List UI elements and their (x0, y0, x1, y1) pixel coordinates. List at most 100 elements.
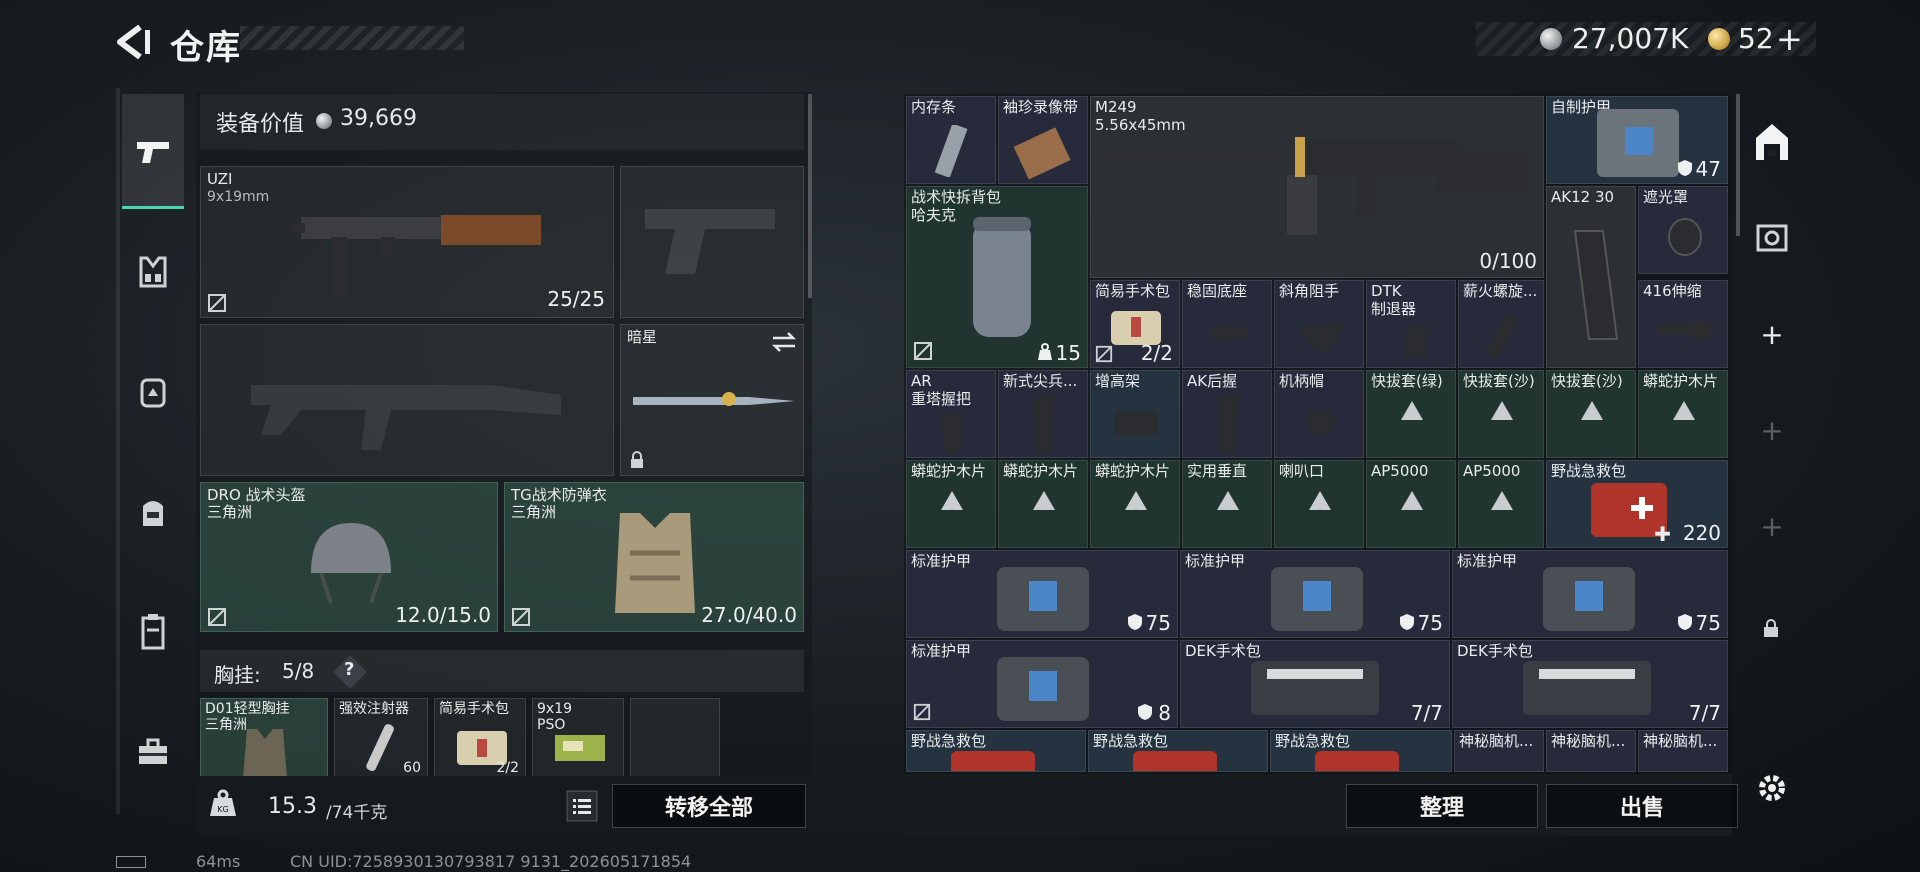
tier-icon (1673, 401, 1695, 420)
item-name: 野战急救包 (1275, 732, 1351, 750)
weapon-caliber: 9x19mm (207, 189, 270, 205)
surgery-kit-slot[interactable]: 简易手术包 2/2 (434, 698, 526, 780)
item-name: 标准护甲 (1457, 552, 1518, 570)
item-name: AK后握 (1187, 372, 1238, 390)
item-name: 新式尖兵... (1003, 372, 1078, 390)
stash-item-stable-base[interactable]: 稳固底座 (1182, 280, 1272, 368)
add-tab-button[interactable]: + (1758, 318, 1786, 351)
stash-item-quick-sand-2[interactable]: 快拔套(沙) (1546, 370, 1636, 458)
stash-item-riser[interactable]: 增高架 (1090, 370, 1180, 458)
stash-item-light-shield[interactable]: 遮光罩 (1638, 186, 1728, 274)
stash-item-mystery-1[interactable]: 神秘脑机... (1454, 730, 1544, 772)
stash-item-ak-grip[interactable]: AK后握 (1182, 370, 1272, 458)
ammo-slot[interactable]: 9x19 PSO (532, 698, 624, 780)
silver-coin-icon (316, 113, 332, 129)
injector-slot[interactable]: 强效注射器 60 (334, 698, 428, 780)
stash-item-python-wood-1[interactable]: 蟒蛇护木片 (1638, 370, 1728, 458)
stash-item-memory[interactable]: 内存条 (906, 96, 996, 184)
stash-item-dek-2[interactable]: DEK手术包 7/7 (1452, 640, 1728, 728)
add-tab-button-disabled: + (1760, 510, 1784, 543)
nav-rail (116, 88, 120, 814)
stash-item-horn[interactable]: 喇叭口 (1274, 460, 1364, 548)
chest-rig-icon[interactable] (133, 252, 173, 292)
stash-scrollbar[interactable] (1736, 94, 1740, 236)
sort-button[interactable]: 整理 (1346, 784, 1538, 828)
stash-item-m249[interactable]: M249 5.56x45mm 0/100 (1090, 96, 1544, 278)
sell-button[interactable]: 出售 (1546, 784, 1738, 828)
stash-item-surgery-kit[interactable]: 简易手术包 2/2 (1090, 280, 1180, 368)
ammo-box-icon (555, 735, 605, 761)
stash-item-field-kit-3[interactable]: 野战急救包 (1270, 730, 1452, 772)
stash-item-handle-cap[interactable]: 机柄帽 (1274, 370, 1364, 458)
back-arrow-icon[interactable] (112, 22, 152, 62)
primary-weapon-slot[interactable]: UZI 9x19mm 25/25 (200, 166, 614, 318)
item-name: 蟒蛇护木片 (1643, 372, 1719, 390)
armor-durability: 27.0/40.0 (701, 603, 797, 627)
item-name: 野战急救包 (1093, 732, 1169, 750)
stash-item-homemade-armor[interactable]: 自制护甲 47 (1546, 96, 1728, 184)
stash-item-dtk[interactable]: DTK 制退器 (1366, 280, 1456, 368)
stash-item-backpack[interactable]: 战术快拆背包 哈夫克 15 (906, 186, 1088, 368)
backpack-icon[interactable] (133, 492, 173, 532)
stash-item-quick-sand-1[interactable]: 快拔套(沙) (1458, 370, 1544, 458)
toolbox-icon[interactable] (133, 732, 173, 772)
shield-icon (1400, 614, 1414, 630)
stash-item-practical-vertical[interactable]: 实用垂直 (1182, 460, 1272, 548)
armor-backpack-icon[interactable] (133, 372, 173, 412)
stash-item-field-kit-1[interactable]: 野战急救包 (906, 730, 1086, 772)
helmet-durability: 12.0/15.0 (395, 603, 491, 627)
stash-item-python-wood-3[interactable]: 蟒蛇护木片 (998, 460, 1088, 548)
stash-item-quick-green[interactable]: 快拔套(绿) (1366, 370, 1456, 458)
stash-item-ap5000-1[interactable]: AP5000 (1366, 460, 1456, 548)
secondary-weapon-slot[interactable] (200, 324, 614, 476)
container-icon[interactable] (133, 612, 173, 652)
add-gold-button[interactable]: + (1776, 20, 1803, 58)
chest-rig-item[interactable]: D01轻型胸挂 三角洲 (200, 698, 328, 780)
stash-item-python-wood-4[interactable]: 蟒蛇护木片 (1090, 460, 1180, 548)
stash-item-recorder[interactable]: 袖珍录像带 (998, 96, 1088, 184)
pistol-slot[interactable] (620, 166, 804, 318)
item-name: 斜角阻手 (1279, 282, 1340, 300)
armor-slot[interactable]: TG战术防弹衣 三角洲 27.0/40.0 (504, 482, 804, 632)
no-insure-icon (913, 703, 931, 721)
item-name: 简易手术包 (439, 701, 509, 717)
grip-vertical-icon (1033, 397, 1055, 453)
item-name: M249 (1095, 98, 1137, 116)
stash-item-ak12[interactable]: AK12 30 (1546, 186, 1636, 368)
stash-item-std-armor-3[interactable]: 标准护甲 75 (1452, 550, 1728, 638)
stash-main-icon[interactable] (1752, 120, 1792, 164)
stash-item-std-armor-4[interactable]: 标准护甲 8 (906, 640, 1178, 728)
pistol-icon[interactable] (133, 132, 173, 172)
medkit-icon (1315, 751, 1399, 771)
helmet-slot[interactable]: DRO 战术头盔 三角洲 12.0/15.0 (200, 482, 498, 632)
stash-item-python-wood-2[interactable]: 蟒蛇护木片 (906, 460, 996, 548)
stash-item-mystery-2[interactable]: 神秘脑机... (1546, 730, 1636, 772)
list-icon[interactable] (566, 790, 598, 822)
stash-item-angled-grip[interactable]: 斜角阻手 (1274, 280, 1364, 368)
uzi-icon (291, 215, 541, 297)
stash-item-std-armor-2[interactable]: 标准护甲 75 (1180, 550, 1450, 638)
stash-item-field-kit-big[interactable]: 野战急救包 ✚ 220 (1546, 460, 1728, 548)
empty-rig-slot[interactable] (630, 698, 720, 780)
transfer-all-button[interactable]: 转移全部 (612, 784, 806, 828)
item-name: 神秘脑机... (1643, 732, 1718, 750)
stash-item-416-stock[interactable]: 416伸缩 (1638, 280, 1728, 368)
stash-item-dek-1[interactable]: DEK手术包 7/7 (1180, 640, 1450, 728)
stash-item-ar-grip[interactable]: AR 重塔握把 (906, 370, 996, 458)
settings-gear-icon[interactable] (1756, 772, 1788, 804)
stash-item-spiral[interactable]: 薪火螺旋... (1458, 280, 1544, 368)
melee-slot[interactable]: 暗星 (620, 324, 804, 476)
stash-tab-2-icon[interactable] (1752, 218, 1792, 258)
loadout-scrollbar[interactable] (808, 94, 812, 298)
help-icon[interactable]: ? (344, 659, 354, 680)
stash-item-mystery-3[interactable]: 神秘脑机... (1638, 730, 1728, 772)
item-name: 神秘脑机... (1459, 732, 1534, 750)
armor-icon (1543, 567, 1635, 631)
chest-rig-count: 5/8 (282, 659, 315, 683)
stash-item-field-kit-2[interactable]: 野战急救包 (1088, 730, 1268, 772)
swap-icon[interactable] (771, 331, 797, 353)
stash-item-new-tip[interactable]: 新式尖兵... (998, 370, 1088, 458)
stash-item-ap5000-2[interactable]: AP5000 (1458, 460, 1544, 548)
stash-item-std-armor-1[interactable]: 标准护甲 75 (906, 550, 1178, 638)
armor-name: TG战术防弹衣 (511, 486, 607, 504)
